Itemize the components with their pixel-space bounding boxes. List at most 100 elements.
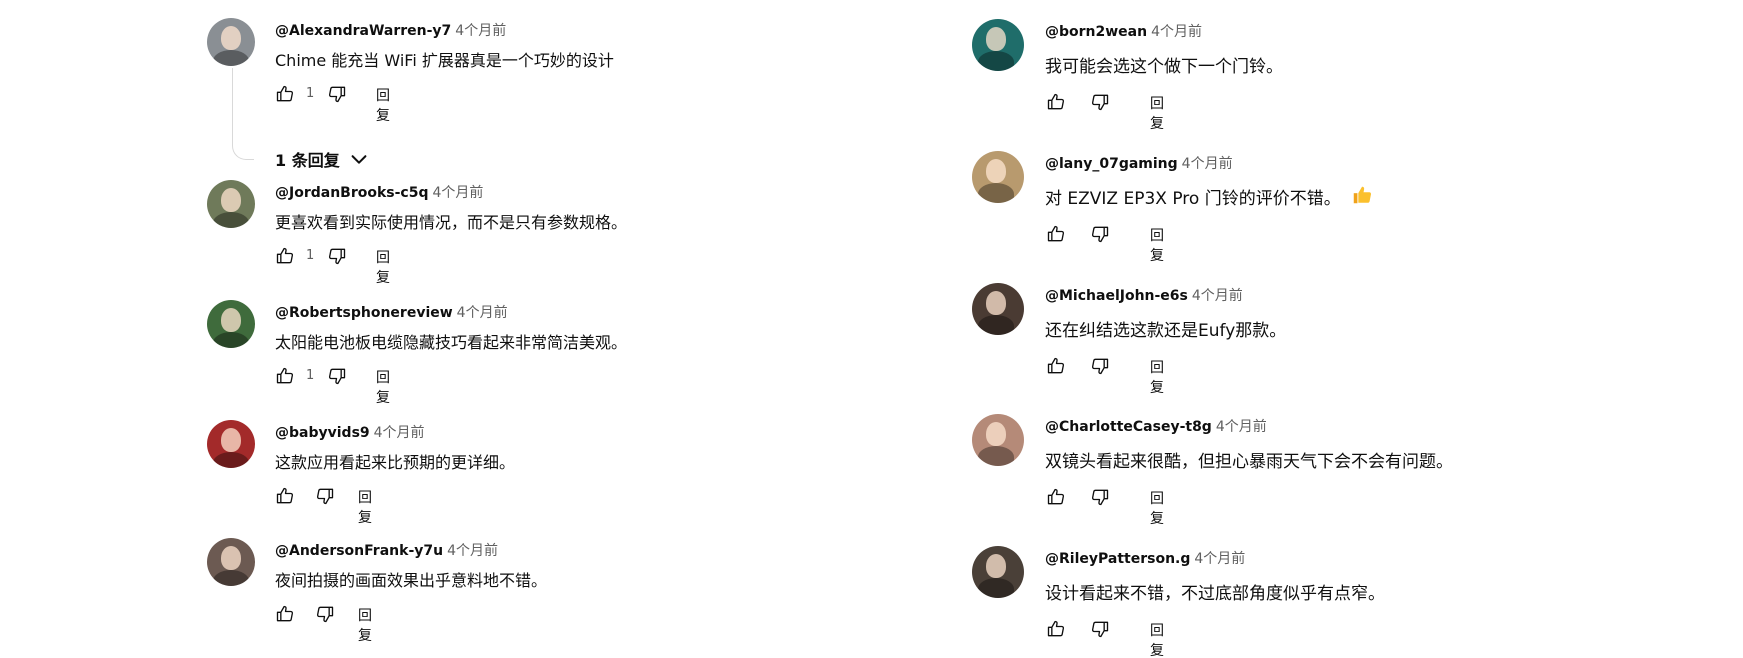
dislike-button[interactable] [325, 82, 349, 106]
dislike-button[interactable] [1088, 222, 1112, 246]
comment-header: @JordanBrooks-c5q 4个月前 [275, 182, 483, 202]
thumbs-up-icon [276, 247, 294, 264]
like-button[interactable] [1044, 222, 1068, 246]
author-name[interactable]: @MichaelJohn-e6s [1045, 288, 1188, 304]
like-count: 1 [306, 368, 315, 383]
comment-text: 对 EZVIZ EP3X Pro 门铃的评价不错。 [1045, 184, 1373, 209]
avatar[interactable] [972, 546, 1024, 598]
comment-text: 夜间拍摄的画面效果出乎意料地不错。 [275, 571, 548, 590]
avatar[interactable] [972, 151, 1024, 203]
comment-header: @Robertsphonereview 4个月前 [275, 302, 508, 322]
like-button[interactable] [1044, 617, 1068, 641]
comment-time[interactable]: 4个月前 [1151, 24, 1202, 40]
comment-time[interactable]: 4个月前 [1216, 419, 1267, 435]
comment-header: @lany_07gaming 4个月前 [1045, 153, 1233, 173]
thumbs-up-icon [1047, 93, 1065, 110]
thumbs-up-icon [276, 85, 294, 102]
comment-header: @MichaelJohn-e6s 4个月前 [1045, 285, 1243, 305]
comment-header: @CharlotteCasey-t8g 4个月前 [1045, 416, 1267, 436]
reply-button[interactable]: 回复 [1150, 93, 1164, 133]
avatar[interactable] [207, 18, 255, 66]
avatar[interactable] [972, 414, 1024, 466]
thumbs-down-icon [328, 368, 346, 385]
comment-text: 更喜欢看到实际使用情况，而不是只有参数规格。 [275, 213, 628, 232]
avatar[interactable] [972, 19, 1024, 71]
reply-button[interactable]: 回复 [1150, 225, 1164, 265]
like-button[interactable] [273, 602, 297, 626]
comment-header: @RileyPatterson.g 4个月前 [1045, 548, 1245, 568]
author-name[interactable]: @babyvids9 [275, 425, 370, 441]
like-button[interactable] [1044, 354, 1068, 378]
thumbs-up-icon [276, 487, 294, 504]
author-name[interactable]: @AlexandraWarren-y7 [275, 23, 451, 39]
comment-time[interactable]: 4个月前 [457, 305, 508, 321]
avatar[interactable] [207, 538, 255, 586]
like-button[interactable] [273, 484, 297, 508]
thumbs-up-icon [1047, 620, 1065, 637]
replies-count-label: 1 条回复 [275, 151, 340, 170]
reply-button[interactable]: 回复 [1150, 488, 1164, 528]
comment-text: Chime 能充当 WiFi 扩展器真是一个巧妙的设计 [275, 51, 614, 70]
dislike-button[interactable] [325, 364, 349, 388]
avatar[interactable] [207, 180, 255, 228]
comment-time[interactable]: 4个月前 [1192, 288, 1243, 304]
like-button[interactable] [1044, 485, 1068, 509]
author-name[interactable]: @born2wean [1045, 24, 1147, 40]
author-name[interactable]: @Robertsphonereview [275, 305, 453, 321]
comment-header: @babyvids9 4个月前 [275, 422, 425, 442]
reply-button[interactable]: 回复 [358, 605, 372, 645]
thumbs-up-icon [276, 367, 294, 384]
comment-time[interactable]: 4个月前 [1194, 551, 1245, 567]
comment-text: 双镜头看起来很酷，但担心暴雨天气下会不会有问题。 [1045, 452, 1453, 472]
avatar[interactable] [972, 283, 1024, 335]
chevron-down-icon [351, 155, 367, 164]
author-name[interactable]: @CharlotteCasey-t8g [1045, 419, 1212, 435]
author-name[interactable]: @AndersonFrank-y7u [275, 543, 443, 559]
thumbs-down-icon [1091, 358, 1109, 375]
thumbs-down-icon [1091, 94, 1109, 111]
thumbs-up-icon [1047, 357, 1065, 374]
thumbs-down-icon [1091, 226, 1109, 243]
comment-time[interactable]: 4个月前 [455, 23, 506, 39]
thumbs-up-emoji-icon [1353, 186, 1371, 204]
reply-button[interactable]: 回复 [376, 85, 390, 125]
thumbs-up-icon [276, 605, 294, 622]
dislike-button[interactable] [1088, 617, 1112, 641]
avatar[interactable] [207, 300, 255, 348]
like-count: 1 [306, 86, 315, 101]
reply-button[interactable]: 回复 [1150, 357, 1164, 397]
comment-text: 太阳能电池板电缆隐藏技巧看起来非常简洁美观。 [275, 333, 628, 352]
comment-text: 还在纠结选这款还是Eufy那款。 [1045, 321, 1287, 341]
thumbs-down-icon [316, 488, 334, 505]
dislike-button[interactable] [1088, 485, 1112, 509]
dislike-button[interactable] [1088, 354, 1112, 378]
reply-button[interactable]: 回复 [376, 367, 390, 407]
comment-text: 设计看起来不错，不过底部角度似乎有点窄。 [1045, 584, 1385, 604]
author-name[interactable]: @lany_07gaming [1045, 156, 1178, 172]
dislike-button[interactable] [313, 484, 337, 508]
thumbs-up-icon [1047, 225, 1065, 242]
like-button[interactable] [273, 244, 297, 268]
like-button[interactable] [273, 364, 297, 388]
comment-header: @AlexandraWarren-y7 4个月前 [275, 20, 506, 40]
reply-thread-line [232, 68, 254, 160]
like-button[interactable] [273, 82, 297, 106]
dislike-button[interactable] [313, 602, 337, 626]
like-button[interactable] [1044, 90, 1068, 114]
reply-button[interactable]: 回复 [358, 487, 372, 527]
comment-time[interactable]: 4个月前 [433, 185, 484, 201]
comment-time[interactable]: 4个月前 [447, 543, 498, 559]
author-name[interactable]: @RileyPatterson.g [1045, 551, 1190, 567]
dislike-button[interactable] [325, 244, 349, 268]
comment-text: 我可能会选这个做下一个门铃。 [1045, 57, 1283, 77]
avatar[interactable] [207, 420, 255, 468]
comment-time[interactable]: 4个月前 [1182, 156, 1233, 172]
dislike-button[interactable] [1088, 90, 1112, 114]
comment-header: @born2wean 4个月前 [1045, 21, 1202, 41]
author-name[interactable]: @JordanBrooks-c5q [275, 185, 429, 201]
thumbs-down-icon [1091, 621, 1109, 638]
reply-button[interactable]: 回复 [376, 247, 390, 287]
view-replies-button[interactable]: 1 条回复 [275, 146, 370, 172]
reply-button[interactable]: 回复 [1150, 620, 1164, 658]
comment-time[interactable]: 4个月前 [374, 425, 425, 441]
